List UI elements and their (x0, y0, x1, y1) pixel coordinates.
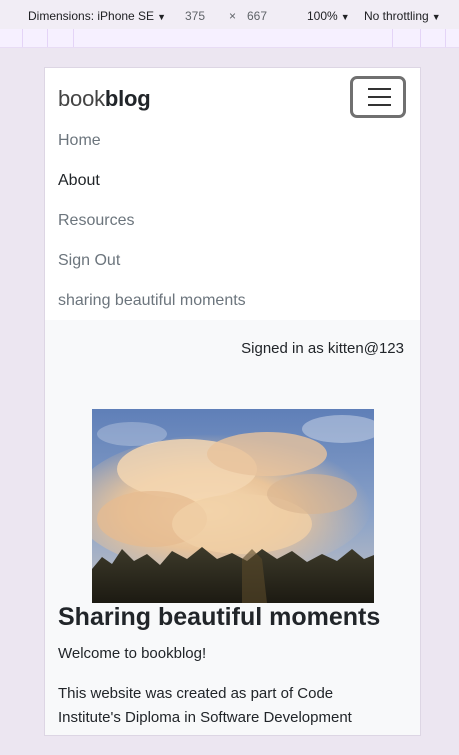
device-selector[interactable]: Dimensions: iPhone SE ▼ (28, 9, 166, 24)
nav-menu: Home About Resources Sign Out sharing be… (58, 130, 246, 330)
brand-light: book (58, 86, 105, 111)
dimension-separator: × (229, 9, 237, 23)
main-content: Signed in as kitten@123 Sharing beautifu… (45, 320, 420, 735)
hamburger-icon (368, 88, 391, 90)
nav-link-home[interactable]: Home (58, 132, 101, 149)
nav-item-resources: Resources (58, 210, 246, 250)
nav-item-home: Home (58, 130, 246, 170)
nav-item-sign-out: Sign Out (58, 250, 246, 290)
page-heading: Sharing beautiful moments (58, 603, 381, 631)
throttling-label: No throttling (364, 9, 429, 23)
device-label: Dimensions: iPhone SE (28, 9, 155, 23)
zoom-label: 100% (307, 9, 338, 23)
description-text: This website was created as part of Code… (58, 685, 352, 726)
zoom-selector[interactable]: 100% ▼ (307, 9, 350, 24)
nav-link-about[interactable]: About (58, 172, 100, 189)
caret-down-icon: ▼ (431, 12, 441, 22)
hamburger-icon (368, 96, 391, 98)
nav-link-resources[interactable]: Resources (58, 212, 134, 229)
width-input[interactable]: 375 (185, 9, 205, 23)
media-query-tick (392, 29, 393, 47)
nav-item-about: About (58, 170, 246, 210)
media-query-tick (47, 29, 48, 47)
media-query-bar[interactable] (0, 29, 459, 48)
brand-logo[interactable]: bookblog (58, 86, 151, 112)
navbar-toggler-button[interactable] (350, 76, 406, 118)
nav-link-moments[interactable]: sharing beautiful moments (58, 292, 246, 309)
media-query-tick (420, 29, 421, 47)
hamburger-icon (368, 104, 391, 106)
height-input[interactable]: 667 (247, 9, 267, 23)
brand-bold: blog (104, 86, 151, 111)
media-query-tick (445, 29, 446, 47)
caret-down-icon: ▼ (157, 12, 166, 22)
signed-in-status: Signed in as kitten@123 (241, 340, 404, 357)
media-query-tick (73, 29, 74, 47)
media-query-tick (22, 29, 23, 47)
hero-image (92, 409, 374, 603)
throttling-selector[interactable]: No throttling ▼ (364, 9, 441, 24)
caret-down-icon: ▼ (340, 12, 350, 22)
device-viewport: bookblog Home About Resources Sign Out s… (45, 68, 420, 735)
welcome-text: Welcome to bookblog! (58, 645, 207, 662)
nav-link-sign-out[interactable]: Sign Out (58, 252, 120, 269)
